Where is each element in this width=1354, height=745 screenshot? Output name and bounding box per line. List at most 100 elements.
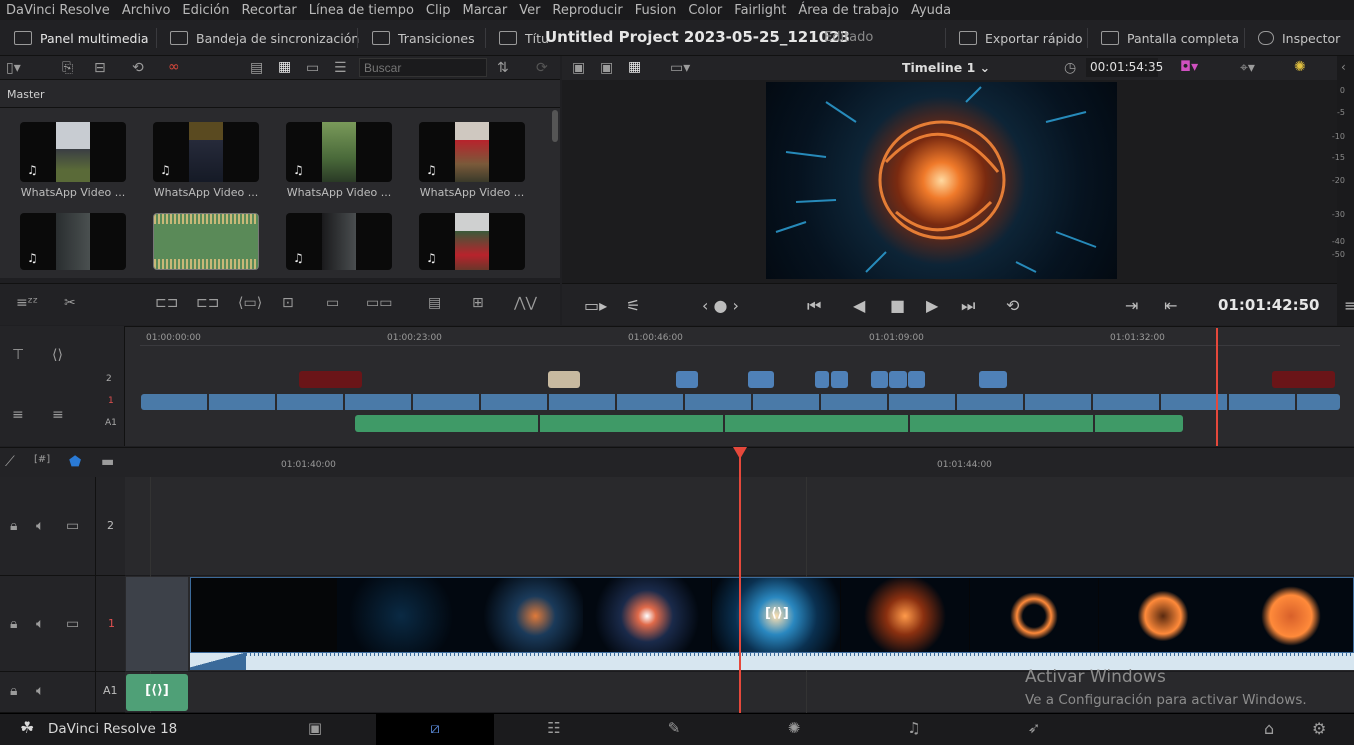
transitions-button[interactable]: Transiciones (372, 20, 475, 56)
insert-clip-icon[interactable]: ⊏⊐ (155, 296, 178, 310)
menu-fairlight[interactable]: Fairlight (728, 3, 792, 18)
link-toggle-icon[interactable]: ⟋ (5, 455, 15, 469)
chevron-left-icon[interactable]: ‹ (1341, 60, 1346, 74)
audio-clip[interactable]: [⟨⟩] (126, 674, 188, 711)
fullscreen-button[interactable]: Pantalla completa (1101, 20, 1239, 56)
mini-clip[interactable] (871, 371, 888, 388)
close-up-icon[interactable]: ⊞ (472, 296, 484, 310)
link-icon[interactable]: ∞ (168, 60, 180, 74)
track-height-icon[interactable]: ⊤ (12, 348, 24, 362)
stop-icon[interactable]: ■ (890, 296, 905, 315)
menu-view[interactable]: Ver (513, 3, 546, 18)
trim-handle-icon[interactable]: [⟨⟩] (765, 606, 789, 621)
fairlight-page-tab[interactable]: ♫ (855, 713, 973, 745)
media-clip-thumbnail[interactable]: ♫ (20, 213, 126, 270)
transform-icon[interactable]: ⌖▾ (1240, 61, 1255, 75)
mini-clip[interactable] (748, 371, 774, 388)
viewer-zoom-icon[interactable]: ▭▾ (670, 61, 690, 75)
mark-in-icon[interactable]: ⇥ (1125, 296, 1138, 315)
lock-icon[interactable]: 🔒︎ (10, 519, 17, 533)
fit-to-fill-icon[interactable]: ⊡ (282, 296, 294, 310)
track-output-icon[interactable]: ▭ (66, 617, 79, 631)
split-view-icon[interactable]: ▣ (600, 61, 613, 75)
mini-clip[interactable] (889, 371, 907, 388)
marker-icon[interactable]: ▬ (101, 455, 114, 469)
audio-track-icon[interactable]: ≡ (12, 408, 24, 422)
mini-clip[interactable] (815, 371, 829, 388)
mini-clip[interactable] (676, 371, 698, 388)
track-output-icon[interactable]: ▭ (66, 519, 79, 533)
replace-clip-icon[interactable]: ⟨▭⟩ (238, 296, 262, 310)
snap-icon[interactable]: [#] (34, 455, 50, 465)
home-icon[interactable]: ⌂ (1264, 721, 1274, 737)
fusion-page-tab[interactable]: ✎ (615, 713, 733, 745)
media-clip-thumbnail[interactable]: ♫ (286, 122, 392, 182)
sleep-icon[interactable]: ≡ᶻᶻ (16, 296, 38, 310)
refresh-icon[interactable]: ⟳ (536, 61, 548, 75)
media-page-tab[interactable]: ▣ (256, 713, 374, 745)
menu-fusion[interactable]: Fusion (629, 3, 683, 18)
timeline-selector[interactable]: Timeline 1 ⌄ (902, 60, 990, 75)
grid-view-icon[interactable]: ▦ (628, 60, 641, 74)
place-on-top-icon[interactable]: ▭ (326, 296, 339, 310)
menu-help[interactable]: Ayuda (905, 3, 957, 18)
media-pool-button[interactable]: Panel multimedia (14, 20, 149, 56)
append-icon[interactable]: ▤ (428, 296, 441, 310)
inspector-button[interactable]: Inspector (1258, 20, 1340, 56)
speaker-icon[interactable]: 🔈︎ (36, 617, 44, 631)
video-clip[interactable]: [⟨⟩] (190, 577, 1354, 653)
color-mode-icon[interactable]: ◘▾ (1180, 60, 1198, 74)
play-reverse-icon[interactable]: ◀ (853, 296, 865, 315)
go-to-end-icon[interactable]: ⏭ (961, 296, 975, 316)
new-bin-icon[interactable]: ⊟ (94, 61, 106, 75)
media-clip-thumbnail[interactable]: ♫ (419, 213, 525, 270)
image-view-icon[interactable]: ▣ (572, 61, 585, 75)
menu-edit[interactable]: Edición (176, 3, 235, 18)
menu-playback[interactable]: Reproducir (546, 3, 628, 18)
search-input[interactable] (359, 58, 487, 77)
sync-icon[interactable]: ⟲ (132, 61, 144, 75)
filmstrip-view-icon[interactable]: ▭ (306, 61, 319, 75)
jog-icon[interactable]: ‹ ● › (702, 296, 739, 315)
menu-clip[interactable]: Clip (420, 3, 457, 18)
deliver-page-tab[interactable]: ➶ (975, 713, 1093, 745)
menu-timeline[interactable]: Línea de tiempo (303, 3, 420, 18)
mini-clip[interactable] (548, 371, 580, 388)
loop-icon[interactable]: ⟲ (1006, 296, 1019, 315)
edit-page-tab[interactable]: ☷ (495, 713, 613, 745)
menu-icon[interactable]: ≡ (1344, 296, 1354, 315)
mini-clip[interactable] (908, 371, 925, 388)
fit-icon[interactable]: ⟨⟩ (52, 348, 63, 362)
mini-video-track[interactable] (141, 394, 1340, 410)
previous-clip[interactable] (126, 577, 188, 671)
mini-clip[interactable] (831, 371, 848, 388)
source-overwrite-icon[interactable]: ⋀⋁ (514, 296, 537, 310)
mark-out-icon[interactable]: ⇤ (1164, 296, 1177, 315)
media-clip-thumbnail[interactable]: ♫ (286, 213, 392, 270)
mini-playhead[interactable] (1216, 328, 1218, 446)
mini-audio-track[interactable] (355, 415, 1183, 432)
sync-bin-button[interactable]: Bandeja de sincronización (170, 20, 359, 56)
overwrite-clip-icon[interactable]: ⊏⊐ (196, 296, 219, 310)
mini-timeline-ruler[interactable]: 01:00:00:00 01:00:23:00 01:00:46:00 01:0… (140, 328, 1340, 346)
media-pool-scrollbar[interactable] (552, 110, 558, 142)
cut-page-tab[interactable]: ⧄ (376, 713, 494, 745)
video-track-icon[interactable]: ≡ (52, 408, 64, 422)
color-page-tab[interactable]: ✺ (735, 713, 853, 745)
list-view-icon[interactable]: ☰ (334, 61, 347, 75)
mini-clip[interactable] (1272, 371, 1335, 388)
sort-icon[interactable]: ⇅ (497, 61, 509, 75)
go-to-start-icon[interactable]: ⏮ (807, 296, 821, 316)
quick-export-button[interactable]: Exportar rápido (959, 20, 1082, 56)
media-clip-thumbnail[interactable]: ♫ (153, 122, 259, 182)
mini-clip[interactable] (979, 371, 1007, 388)
audio-clip-thumbnail[interactable] (153, 213, 259, 270)
menu-file[interactable]: Archivo (116, 3, 177, 18)
playhead-handle[interactable] (733, 447, 747, 459)
gear-icon[interactable]: ⚙ (1312, 721, 1326, 737)
titles-button[interactable]: Títu (499, 20, 549, 56)
menu-workspace[interactable]: Área de trabajo (792, 3, 905, 18)
thumbnail-view-icon[interactable]: ▦ (278, 60, 291, 74)
lock-icon[interactable]: 🔒︎ (10, 617, 17, 631)
ripple-overwrite-icon[interactable]: ▭▭ (366, 296, 392, 310)
